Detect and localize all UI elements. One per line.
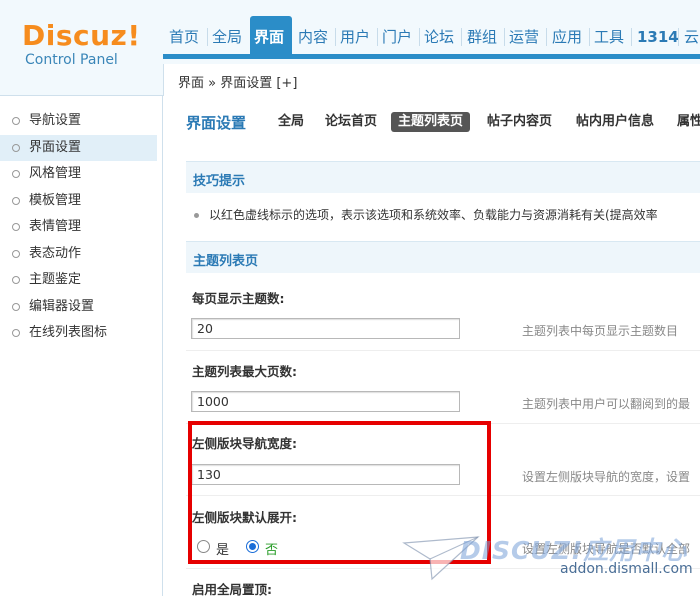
topnav-separator [461,28,462,46]
topnav-separator [504,28,505,46]
setting-desc-topics-per-page: 主题列表中每页显示主题数目 [522,324,679,338]
topnav-item-operations[interactable]: 运营 [509,27,539,51]
topnav-separator [631,28,632,46]
sidebar-item-templates[interactable]: 模板管理 [0,188,162,215]
topnav-separator [546,28,547,46]
list-header: 主题列表页 [193,254,259,269]
sidebar-item-thread-stamps[interactable]: 主题鉴定 [0,267,162,294]
logo-subtitle: Control Panel [25,52,118,68]
watermark: DISCUZ!应用中心 addon.dismall.com [402,527,700,596]
top-navigation: 首页 全局 界面 内容 用户 门户 论坛 群组 运营 应用 工具 1314 云 [163,15,700,59]
sidebar-item-label: 编辑器设置 [29,298,95,314]
topnav-separator [207,28,208,46]
watermark-url: addon.dismall.com [560,561,693,577]
bullet-icon [12,276,20,284]
bullet-icon [12,170,20,178]
tab-post-content[interactable]: 帖子内容页 [484,113,555,131]
topnav-item-tools[interactable]: 工具 [594,27,624,51]
topics-per-page-input[interactable] [191,318,460,339]
sidebar-item-click-actions[interactable]: 表态动作 [0,241,162,268]
breadcrumb: 界面 » 界面设置 [+] [163,64,700,96]
topnav-item-home[interactable]: 首页 [169,27,199,51]
tips-header-bar: 技巧提示 [186,161,700,193]
topnav-item-1314[interactable]: 1314 [637,27,679,51]
topnav-separator [589,28,590,46]
sidebar-item-label: 主题鉴定 [29,272,82,287]
tip-text: 以红色虚线标示的选项，表示该选项和系统效率、负载能力与资源消耗有关(提高效率 [209,208,658,222]
sidebar-item-online-list-icons[interactable]: 在线列表图标 [0,320,162,347]
tips-header: 技巧提示 [193,174,246,189]
topnav-item-users[interactable]: 用户 [340,27,370,51]
topnav-separator [678,28,679,46]
divider [186,350,700,351]
tip-item: 以红色虚线标示的选项，表示该选项和系统效率、负载能力与资源消耗有关(提高效率 [194,206,658,223]
main-content: 界面设置 全局 论坛首页 主题列表页 帖子内容页 帖内用户信息 属性 技巧提示 … [164,96,700,596]
list-header-bar: 主题列表页 [186,241,700,273]
sidebar-item-label: 在线列表图标 [29,325,108,340]
tab-global[interactable]: 全局 [275,113,307,131]
sidebar-item-label: 风格管理 [29,166,82,181]
sidebar-item-styles[interactable]: 风格管理 [0,161,162,188]
topnav-item-groups[interactable]: 群组 [467,27,497,51]
logo-brand: Discuz! [22,19,141,52]
setting-label-max-pages: 主题列表最大页数: [192,364,297,379]
bullet-icon [12,249,20,258]
sidebar-item-interface-settings[interactable]: 界面设置 [0,134,157,161]
topnav-item-portal[interactable]: 门户 [382,27,412,51]
sidebar-item-label: 表情管理 [29,219,82,234]
topnav-separator [419,28,420,46]
topnav-item-global[interactable]: 全局 [212,27,242,51]
bullet-icon [12,302,20,311]
setting-label-topics-per-page: 每页显示主题数: [192,291,285,306]
topnav-item-content[interactable]: 内容 [298,27,328,51]
max-pages-input[interactable] [191,391,460,412]
bullet-icon [12,329,20,337]
sidebar-item-label: 导航设置 [29,113,82,128]
topnav-separator [335,28,336,46]
setting-label-global-sticky: 启用全局置顶: [192,582,272,596]
sidebar-item-smilies[interactable]: 表情管理 [0,214,162,241]
topnav-item-forum[interactable]: 论坛 [424,27,454,51]
sidebar-item-editor-settings[interactable]: 编辑器设置 [0,294,162,321]
sidebar-item-navigation[interactable]: 导航设置 [0,108,162,135]
setting-desc-left-nav-width: 设置左侧版块导航的宽度，设置 [522,470,691,484]
bullet-icon [12,196,20,205]
tab-thread-list[interactable]: 主题列表页 [391,112,471,132]
sidebar: 导航设置 界面设置 风格管理 模板管理 表情管理 表态动作 主题鉴定 编辑器设置… [0,96,163,596]
topnav-item-apps[interactable]: 应用 [552,27,582,51]
tab-forum-index[interactable]: 论坛首页 [322,113,380,131]
discuz-logo[interactable]: Discuz! Control Panel [22,19,141,69]
topnav-item-interface[interactable]: 界面 [254,27,284,51]
tab-post-user-info[interactable]: 帖内用户信息 [573,113,657,131]
settings-tabs: 界面设置 全局 论坛首页 主题列表页 帖子内容页 帖内用户信息 属性 [186,112,700,133]
page-title: 界面设置 [186,114,247,132]
tab-properties[interactable]: 属性 [674,113,700,131]
topnav-item-cloud[interactable]: 云 [684,27,699,51]
bullet-icon [12,143,20,152]
sidebar-item-label: 表态动作 [29,245,82,261]
sidebar-item-label: 模板管理 [29,192,82,208]
bullet-icon [12,223,20,231]
bullet-icon [194,213,199,218]
topnav-separator [377,28,378,46]
setting-desc-max-pages: 主题列表中用户可以翻阅到的最 [522,397,691,411]
sidebar-item-label: 界面设置 [29,139,82,155]
breadcrumb-text[interactable]: 界面 » 界面设置 [+] [178,72,297,91]
bullet-icon [12,117,20,125]
